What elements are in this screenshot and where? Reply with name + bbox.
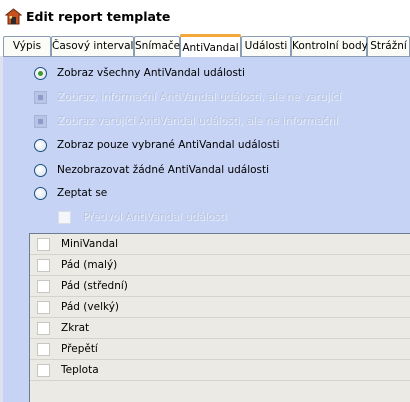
option-warning-not-info: Zobraz varující AntiVandal události, ale… bbox=[34, 112, 338, 130]
checkbox[interactable] bbox=[37, 321, 50, 335]
tab-antivandal[interactable]: AntiVandal bbox=[180, 34, 241, 57]
preselect-label: Předvol AntiVandal události bbox=[83, 211, 227, 223]
option-ask[interactable]: Zeptat se bbox=[34, 184, 107, 202]
option-label: Zobraz, informační AntiVandal události, … bbox=[57, 91, 342, 103]
checkbox[interactable] bbox=[37, 237, 50, 251]
radio-button bbox=[34, 114, 47, 128]
radio-button[interactable] bbox=[34, 66, 47, 80]
list-item-label: Pád (střední) bbox=[61, 280, 128, 292]
option-label: Nezobrazovat žádné AntiVandal události bbox=[57, 164, 270, 176]
list-item[interactable]: Pád (velký) bbox=[30, 297, 410, 318]
tab-strazni[interactable]: Strážní bbox=[367, 36, 410, 56]
option-info-not-warning: Zobraz, informační AntiVandal události, … bbox=[34, 88, 341, 106]
option-show-selected[interactable]: Zobraz pouze vybrané AntiVandal události bbox=[34, 136, 280, 154]
list-item[interactable]: MiniVandal bbox=[30, 234, 410, 255]
preselect-checkbox-option: Předvol AntiVandal události bbox=[58, 208, 227, 226]
option-label: Zobraz varující AntiVandal události, ale… bbox=[57, 115, 338, 127]
list-item[interactable]: Zkrat bbox=[30, 318, 410, 339]
tab-vypis[interactable]: Výpis bbox=[3, 36, 51, 56]
list-item-label: Přepětí bbox=[61, 343, 98, 355]
list-item[interactable]: Teplota bbox=[30, 360, 410, 381]
tab-casovy-interval[interactable]: Časový interval bbox=[51, 36, 134, 56]
list-item[interactable]: Pád (malý) bbox=[30, 255, 410, 276]
checkbox[interactable] bbox=[37, 279, 50, 293]
checkbox[interactable] bbox=[37, 363, 50, 377]
list-item-label: Teplota bbox=[61, 364, 99, 376]
tab-snimace[interactable]: Snímače bbox=[134, 36, 180, 56]
radio-button bbox=[34, 90, 47, 104]
list-item[interactable]: Přepětí bbox=[30, 339, 410, 360]
tab-udalosti[interactable]: Události bbox=[241, 36, 291, 56]
checkbox bbox=[58, 210, 71, 224]
window-title: Edit report template bbox=[26, 9, 171, 24]
option-show-none[interactable]: Nezobrazovat žádné AntiVandal události bbox=[34, 161, 269, 179]
title-bar: Edit report template bbox=[0, 0, 410, 33]
option-label: Zobraz pouze vybrané AntiVandal události bbox=[57, 139, 280, 151]
panel-left-edge bbox=[0, 56, 3, 402]
tab-bar: Výpis Časový interval Snímače AntiVandal… bbox=[0, 33, 410, 57]
radio-button[interactable] bbox=[34, 138, 47, 152]
list-item[interactable]: Pád (střední) bbox=[30, 276, 410, 297]
tab-kontrolni-body[interactable]: Kontrolní body bbox=[291, 36, 368, 56]
event-list: MiniVandal Pád (malý) Pád (střední) Pád … bbox=[29, 233, 410, 402]
checkbox[interactable] bbox=[37, 342, 50, 356]
report-template-icon bbox=[5, 8, 22, 25]
list-item-label: Pád (velký) bbox=[61, 301, 120, 313]
option-label: Zeptat se bbox=[57, 187, 108, 199]
option-show-all[interactable]: Zobraz všechny AntiVandal události bbox=[34, 64, 245, 82]
radio-button[interactable] bbox=[34, 186, 47, 200]
checkbox[interactable] bbox=[37, 258, 50, 272]
checkbox[interactable] bbox=[37, 300, 50, 314]
list-item-label: MiniVandal bbox=[61, 238, 119, 250]
radio-button[interactable] bbox=[34, 163, 47, 177]
option-label: Zobraz všechny AntiVandal události bbox=[57, 67, 245, 79]
list-item-label: Zkrat bbox=[61, 322, 90, 334]
list-item-label: Pád (malý) bbox=[61, 259, 118, 271]
